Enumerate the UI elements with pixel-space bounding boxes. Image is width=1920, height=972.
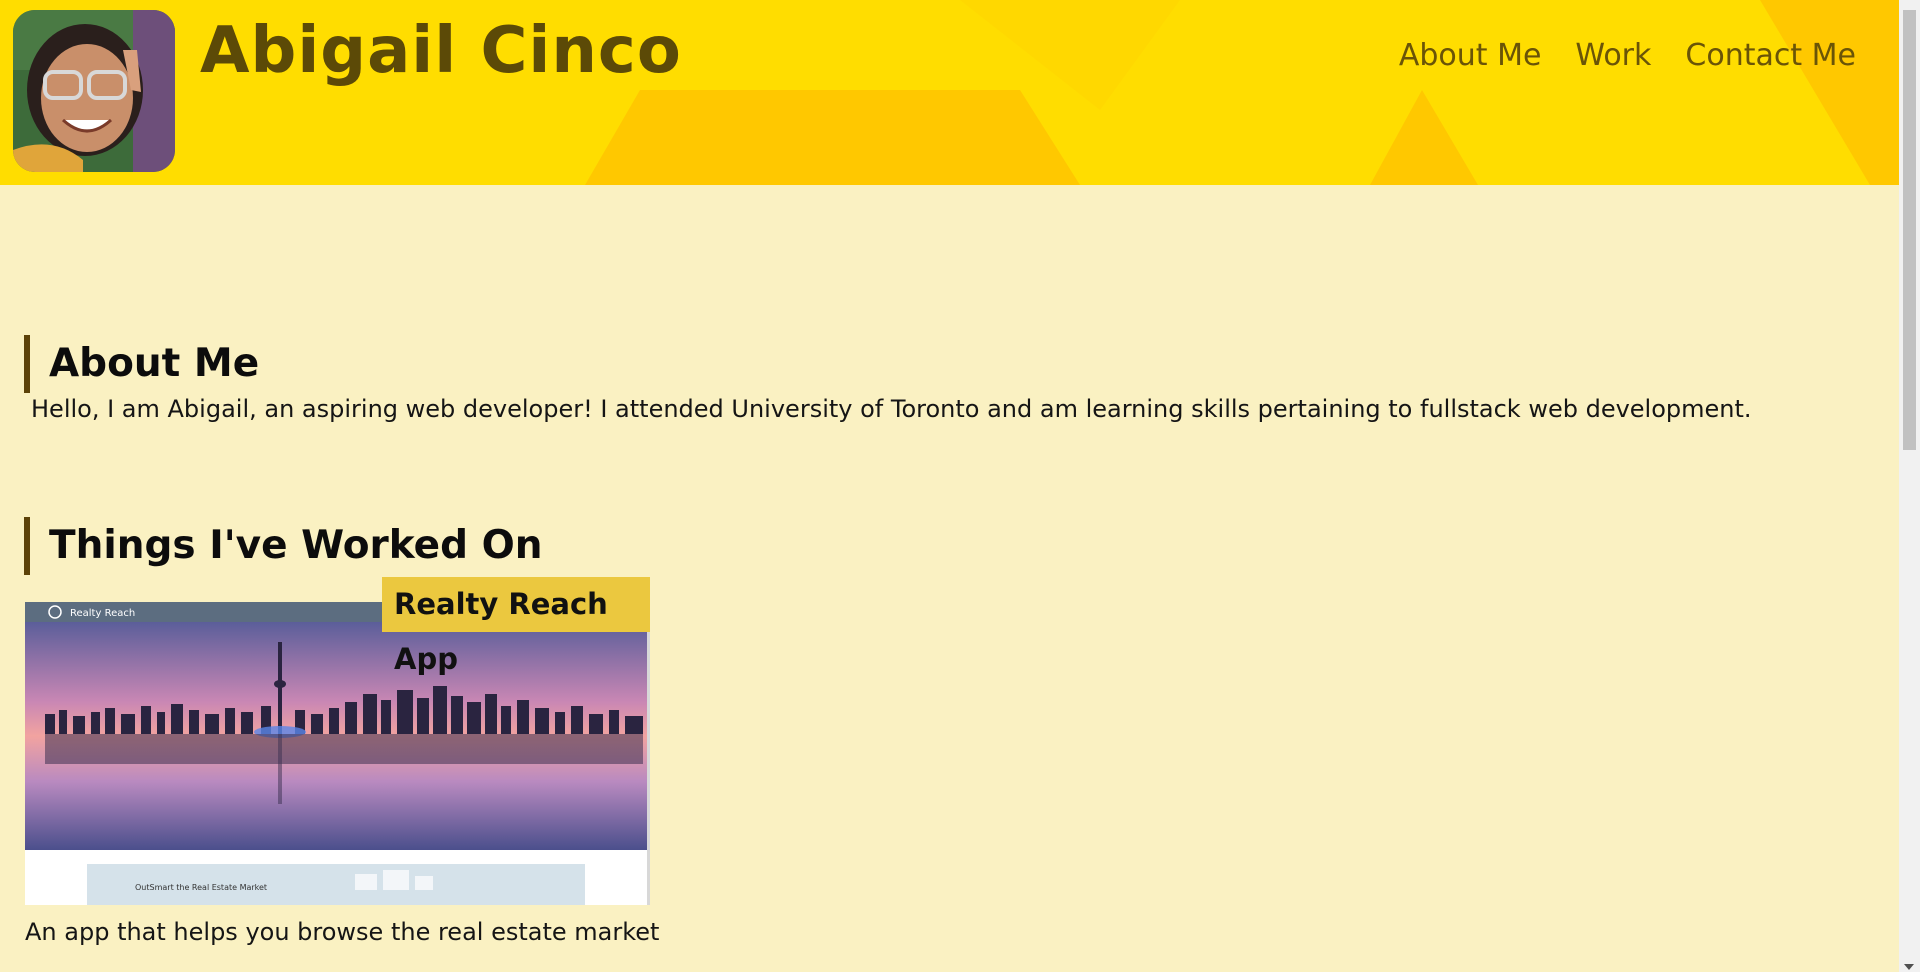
project-title-badge[interactable]: Realty Reach App xyxy=(382,577,650,676)
site-header: Abigail Cinco About Me Work Contact Me xyxy=(0,0,1899,185)
screenshot-tagline: OutSmart the Real Estate Market xyxy=(135,883,267,892)
work-heading: Things I've Worked On xyxy=(24,517,543,575)
about-text: Hello, I am Abigail, an aspiring web dev… xyxy=(31,395,1752,423)
screenshot-brand: Realty Reach xyxy=(70,608,135,619)
project-card[interactable]: Realty Reach OutSmart the Real Estate Ma… xyxy=(25,577,650,905)
scrollbar-thumb[interactable] xyxy=(1903,10,1916,450)
nav-link-about-me[interactable]: About Me xyxy=(1399,38,1542,73)
main-nav: About Me Work Contact Me xyxy=(1399,38,1856,73)
vertical-scrollbar[interactable] xyxy=(1899,0,1920,972)
project-description: An app that helps you browse the real es… xyxy=(25,918,660,946)
site-title: Abigail Cinco xyxy=(200,14,682,88)
scroll-down-arrow-icon[interactable] xyxy=(1904,964,1914,970)
nav-link-work[interactable]: Work xyxy=(1575,38,1651,73)
project-screenshot[interactable]: Realty Reach OutSmart the Real Estate Ma… xyxy=(25,602,650,905)
about-heading: About Me xyxy=(24,335,259,393)
profile-avatar xyxy=(13,10,175,172)
nav-link-contact-me[interactable]: Contact Me xyxy=(1685,38,1856,73)
page: Abigail Cinco About Me Work Contact Me A… xyxy=(0,0,1899,972)
